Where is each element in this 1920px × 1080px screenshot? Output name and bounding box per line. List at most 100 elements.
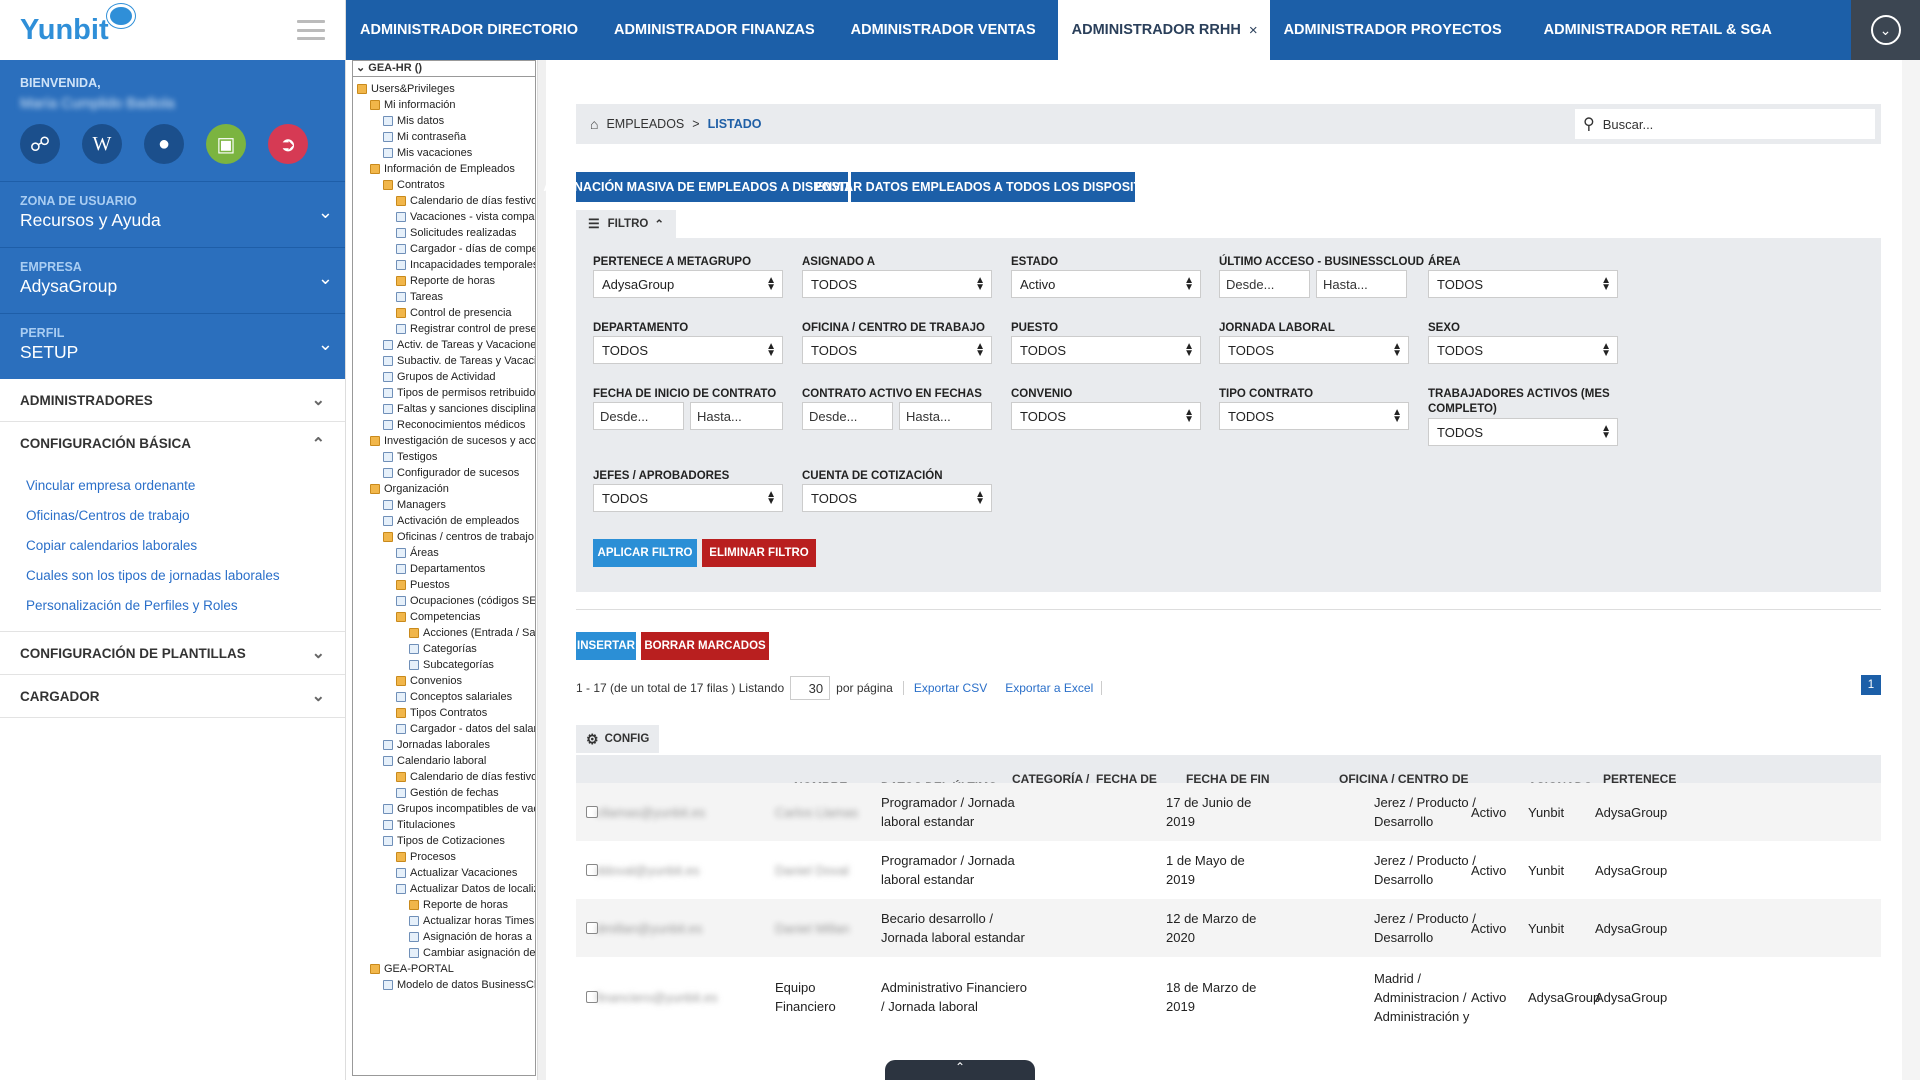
tree-node[interactable]: Managers bbox=[353, 497, 535, 513]
select-trabajadores[interactable]: TODOS ▲ ▼ bbox=[1428, 418, 1618, 446]
tree-node[interactable]: Actualizar Vacaciones bbox=[353, 865, 535, 881]
tree-node[interactable]: Procesos bbox=[353, 849, 535, 865]
tree-node[interactable]: Organización bbox=[353, 481, 535, 497]
link-vincular-empresa[interactable]: Vincular empresa ordenante bbox=[26, 471, 345, 501]
page-1-button[interactable]: 1 bbox=[1861, 675, 1881, 695]
input-inicio-desde[interactable]: Desde... bbox=[593, 402, 684, 430]
tree-root[interactable]: ⌄ GEA-HR () bbox=[353, 61, 535, 77]
tree-node[interactable]: Solicitudes realizadas bbox=[353, 225, 535, 241]
section-cargador[interactable]: CARGADOR ⌄ bbox=[0, 675, 345, 718]
tree-node[interactable]: Grupos de Actividad bbox=[353, 369, 535, 385]
tree-node[interactable]: Departamentos bbox=[353, 561, 535, 577]
table-row[interactable]: cllamas@yunbit.es Carlos Llamas Programado… bbox=[576, 783, 1881, 841]
tree-node[interactable]: Contratos bbox=[353, 177, 535, 193]
tree-node[interactable]: Información de Empleados bbox=[353, 161, 535, 177]
tree-node[interactable]: Incapacidades temporales bbox=[353, 257, 535, 273]
wikipedia-icon[interactable]: W bbox=[82, 124, 122, 164]
table-row[interactable]: ddoval@yunbit.es Daniel Doval Programador … bbox=[576, 841, 1881, 899]
tab-admin-rrhh[interactable]: ADMINISTRADOR RRHH × bbox=[1057, 0, 1270, 60]
tree-node[interactable]: Calendario de días festivos bbox=[353, 769, 535, 785]
section-administradores[interactable]: ADMINISTRADORES ⌄ bbox=[0, 379, 345, 422]
select-oficina[interactable]: TODOS ▲ ▼ bbox=[802, 336, 992, 364]
tree-node[interactable]: Cargador - datos del salario bbox=[353, 721, 535, 737]
export-csv-link[interactable]: Exportar CSV bbox=[902, 681, 987, 695]
select-convenio[interactable]: TODOS ▲ ▼ bbox=[1011, 402, 1201, 430]
breadcrumb-parent[interactable]: EMPLEADOS bbox=[606, 117, 684, 131]
link-tipos-jornadas[interactable]: Cuales son los tipos de jornadas laboral… bbox=[26, 561, 345, 591]
tree-node[interactable]: Actualizar Datos de localización bbox=[353, 881, 535, 897]
input-contrato-desde[interactable]: Desde... bbox=[802, 402, 893, 430]
tree-node[interactable]: Gestión de fechas bbox=[353, 785, 535, 801]
home-icon[interactable]: ⌂ bbox=[590, 116, 598, 132]
tree-node[interactable]: Configurador de sucesos bbox=[353, 465, 535, 481]
tree-node[interactable]: Acciones (Entrada / Salida) bbox=[353, 625, 535, 641]
tree-node[interactable]: Titulaciones bbox=[353, 817, 535, 833]
tree-node[interactable]: Tipos de Cotizaciones bbox=[353, 833, 535, 849]
tree-scrollbar[interactable] bbox=[537, 60, 546, 1080]
tree-node[interactable]: Jornadas laborales bbox=[353, 737, 535, 753]
tree-node[interactable]: Reporte de horas bbox=[353, 273, 535, 289]
per-page-input[interactable]: 30 bbox=[790, 676, 831, 700]
search-input[interactable]: Buscar... bbox=[1603, 117, 1654, 132]
logout-icon[interactable]: ➲ bbox=[268, 124, 308, 164]
select-metagrupo[interactable]: AdysaGroup ▲ ▼ bbox=[593, 270, 783, 298]
tree-node[interactable]: Subcategorías bbox=[353, 657, 535, 673]
tree-node[interactable]: Activ. de Tareas y Vacaciones bbox=[353, 337, 535, 353]
select-area[interactable]: TODOS ▲ ▼ bbox=[1428, 270, 1618, 298]
tree-node[interactable]: Mis vacaciones bbox=[353, 145, 535, 161]
select-estado[interactable]: Activo ▲ ▼ bbox=[1011, 270, 1201, 298]
main-scrollbar[interactable] bbox=[1902, 60, 1920, 1080]
tree-node[interactable]: Subactiv. de Tareas y Vacaciones bbox=[353, 353, 535, 369]
tree-node[interactable]: Investigación de sucesos y accidentes bbox=[353, 433, 535, 449]
tree-node[interactable]: Tareas bbox=[353, 289, 535, 305]
tree-node[interactable]: Reporte de horas bbox=[353, 897, 535, 913]
tree-node[interactable]: Tipos de permisos retribuidos bbox=[353, 385, 535, 401]
search-box[interactable]: ⚲ Buscar... bbox=[1575, 109, 1875, 139]
input-acceso-hasta[interactable]: Hasta... bbox=[1316, 270, 1407, 298]
tree-node[interactable]: Ocupaciones (códigos SEPE) bbox=[353, 593, 535, 609]
link-copiar-calendarios[interactable]: Copiar calendarios laborales bbox=[26, 531, 345, 561]
close-tab-icon[interactable]: × bbox=[1249, 22, 1258, 39]
tree-node[interactable]: Conceptos salariales bbox=[353, 689, 535, 705]
tree-node[interactable]: Testigos bbox=[353, 449, 535, 465]
select-jornada[interactable]: TODOS ▲ ▼ bbox=[1219, 336, 1409, 364]
select-asignado[interactable]: TODOS ▲ ▼ bbox=[802, 270, 992, 298]
aplicar-filtro-button[interactable]: APLICAR FILTRO bbox=[593, 539, 697, 567]
headset-icon[interactable]: ☍ bbox=[20, 124, 60, 164]
tree-node[interactable]: Calendario laboral bbox=[353, 753, 535, 769]
tree-node[interactable]: Mi información bbox=[353, 97, 535, 113]
input-acceso-desde[interactable]: Desde... bbox=[1219, 270, 1310, 298]
asignacion-masiva-button[interactable]: ASIGNACIÓN MASIVA DE EMPLEADOS A DISPOSI… bbox=[543, 172, 881, 202]
tree-node[interactable]: Activación de empleados bbox=[353, 513, 535, 529]
select-tipo-contrato[interactable]: TODOS ▲ ▼ bbox=[1219, 402, 1409, 430]
company-selector[interactable]: EMPRESA AdysaGroup ⌄ bbox=[0, 247, 345, 313]
filter-toggle[interactable]: ☰ FILTRO ⌃ bbox=[576, 210, 676, 238]
tree-node[interactable]: Convenios bbox=[353, 673, 535, 689]
select-jefes[interactable]: TODOS ▲ ▼ bbox=[593, 484, 783, 512]
tree-node[interactable]: Competencias bbox=[353, 609, 535, 625]
user-zone-selector[interactable]: ZONA DE USUARIO Recursos y Ayuda ⌄ bbox=[0, 181, 345, 247]
config-button[interactable]: ⚙ CONFIG bbox=[576, 725, 659, 753]
tree-node[interactable]: GEA-PORTAL bbox=[353, 961, 535, 977]
eliminar-filtro-button[interactable]: ELIMINAR FILTRO bbox=[702, 539, 816, 567]
tree-node[interactable]: Modelo de datos BusinessCloud bbox=[353, 977, 535, 993]
tree-node[interactable]: Oficinas / centros de trabajo bbox=[353, 529, 535, 545]
table-row[interactable]: financiero@yunbit.es Equipo Financiero Admi… bbox=[576, 957, 1881, 1037]
section-configuracion-basica[interactable]: CONFIGURACIÓN BÁSICA ⌃ bbox=[0, 422, 345, 465]
tree-node[interactable]: Mi contraseña bbox=[353, 129, 535, 145]
select-puesto[interactable]: TODOS ▲ ▼ bbox=[1011, 336, 1201, 364]
tree-node[interactable]: Actualizar horas Timesheet bbox=[353, 913, 535, 929]
tree-node[interactable]: Users&Privileges bbox=[353, 81, 535, 97]
tab-admin-ventas[interactable]: ADMINISTRADOR VENTAS bbox=[837, 0, 1050, 60]
input-contrato-hasta[interactable]: Hasta... bbox=[899, 402, 992, 430]
tree-node[interactable]: Áreas bbox=[353, 545, 535, 561]
tree-node[interactable]: Faltas y sanciones disciplinarias bbox=[353, 401, 535, 417]
tab-admin-directorio[interactable]: ADMINISTRADOR DIRECTORIO bbox=[346, 0, 592, 60]
bottom-drawer-toggle[interactable]: ⌃ bbox=[885, 1060, 1035, 1080]
tab-admin-proyectos[interactable]: ADMINISTRADOR PROYECTOS bbox=[1270, 0, 1516, 60]
more-modules-button[interactable]: ⌄ bbox=[1851, 0, 1920, 60]
tree-node[interactable]: Puestos bbox=[353, 577, 535, 593]
tree-node[interactable]: Asignación de horas a proyectos bbox=[353, 929, 535, 945]
tree-node[interactable]: Cargador - días de compensación bbox=[353, 241, 535, 257]
insertar-button[interactable]: INSERTAR bbox=[576, 632, 636, 660]
